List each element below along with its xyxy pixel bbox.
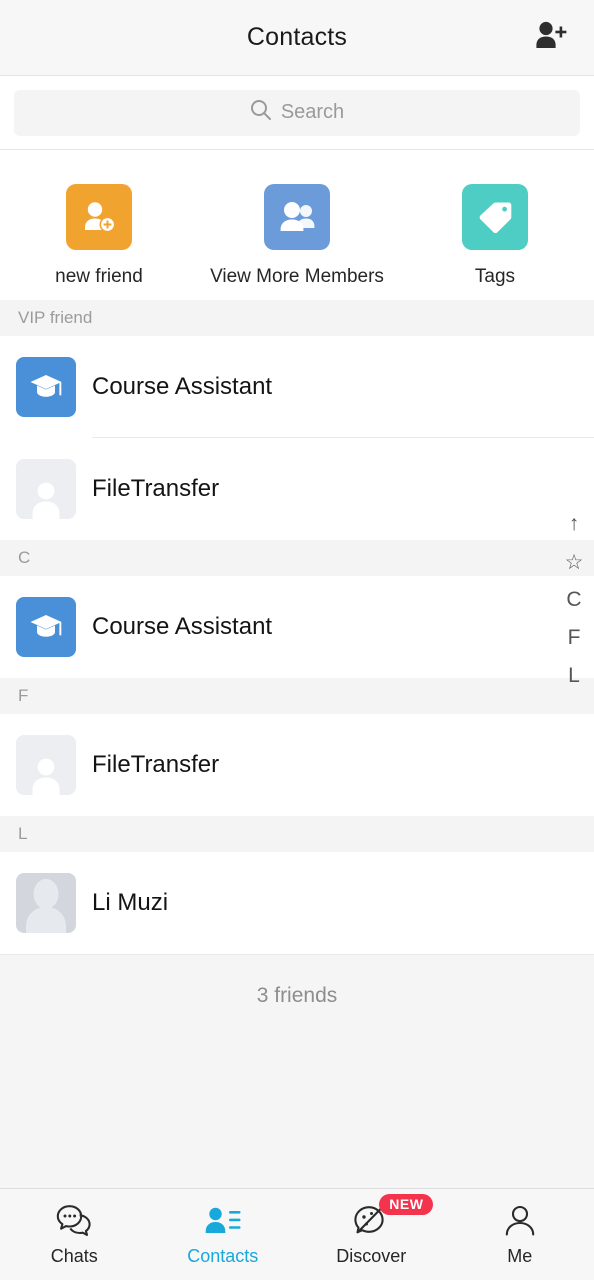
contact-name: FileTransfer [92,475,220,502]
tab-label: Contacts [187,1245,259,1266]
contact-name: Li Muzi [92,889,169,916]
quick-action-label: View More Members [210,266,384,287]
contact-name: FileTransfer [92,751,220,778]
alpha-index-f[interactable]: F [554,619,594,657]
tab-discover[interactable]: NEW Discover [297,1189,446,1280]
graduation-cap-avatar [16,597,76,657]
alpha-index-star[interactable]: ☆ [554,543,594,581]
contact-row[interactable]: FileTransfer [0,438,594,540]
friend-count-label: 3 friends [0,954,594,1036]
tab-me[interactable]: Me [446,1189,594,1280]
alpha-index-c[interactable]: C [554,581,594,619]
quick-actions-row: new friend View More Members Tags [0,150,594,300]
chat-bubbles-icon [55,1203,93,1239]
section-header-c: C [0,540,594,576]
search-icon [250,99,272,126]
tab-contacts[interactable]: Contacts [149,1189,298,1280]
graduation-cap-avatar [16,357,76,417]
tab-chats[interactable]: Chats [0,1189,149,1280]
tab-label: Chats [50,1245,98,1266]
search-bar-container: Search [0,76,594,150]
person-add-square-icon [66,184,132,250]
contact-name: Course Assistant [92,373,273,400]
contacts-person-list-icon [204,1203,242,1239]
tab-label: Me [507,1245,533,1266]
tag-icon [462,184,528,250]
contact-row[interactable]: Li Muzi [0,852,594,954]
contacts-screen: Contacts Search new friend View More Mem… [0,0,594,1280]
contact-row[interactable]: FileTransfer [0,714,594,816]
alphabet-index-bar[interactable]: ↑ ☆ C F L [554,505,594,695]
page-title: Contacts [246,23,348,51]
bottom-navigation: Chats Contacts NEW Discover Me [0,1188,594,1280]
new-badge: NEW [379,1193,434,1215]
tab-label: Discover [336,1245,407,1266]
search-input[interactable]: Search [14,89,580,136]
contact-row[interactable]: Course Assistant [0,576,594,678]
section-header-f: F [0,678,594,714]
search-placeholder: Search [280,101,345,123]
person-placeholder-avatar [16,459,76,519]
group-people-icon [264,184,330,250]
quick-action-new-friend[interactable]: new friend [0,184,198,288]
person-outline-icon [503,1203,537,1239]
alpha-index-l[interactable]: L [554,657,594,695]
quick-action-label: Tags [474,266,516,287]
compass-discover-icon: NEW [352,1193,434,1239]
contact-list[interactable]: VIP friend Course Assistant FileTransfer [0,300,594,1188]
quick-action-view-more-members[interactable]: View More Members [198,184,396,288]
alpha-index-scroll-top[interactable]: ↑ [554,505,594,543]
person-placeholder-avatar [16,735,76,795]
app-header: Contacts [0,0,594,76]
section-header-vip: VIP friend [0,300,594,336]
quick-action-tags[interactable]: Tags [396,184,594,288]
add-friend-button[interactable] [526,15,576,61]
contact-name: Course Assistant [92,613,273,640]
person-photo-avatar [16,873,76,933]
section-header-l: L [0,816,594,852]
quick-action-label: new friend [55,266,143,287]
contact-row[interactable]: Course Assistant [0,336,594,438]
person-add-icon [534,20,568,55]
